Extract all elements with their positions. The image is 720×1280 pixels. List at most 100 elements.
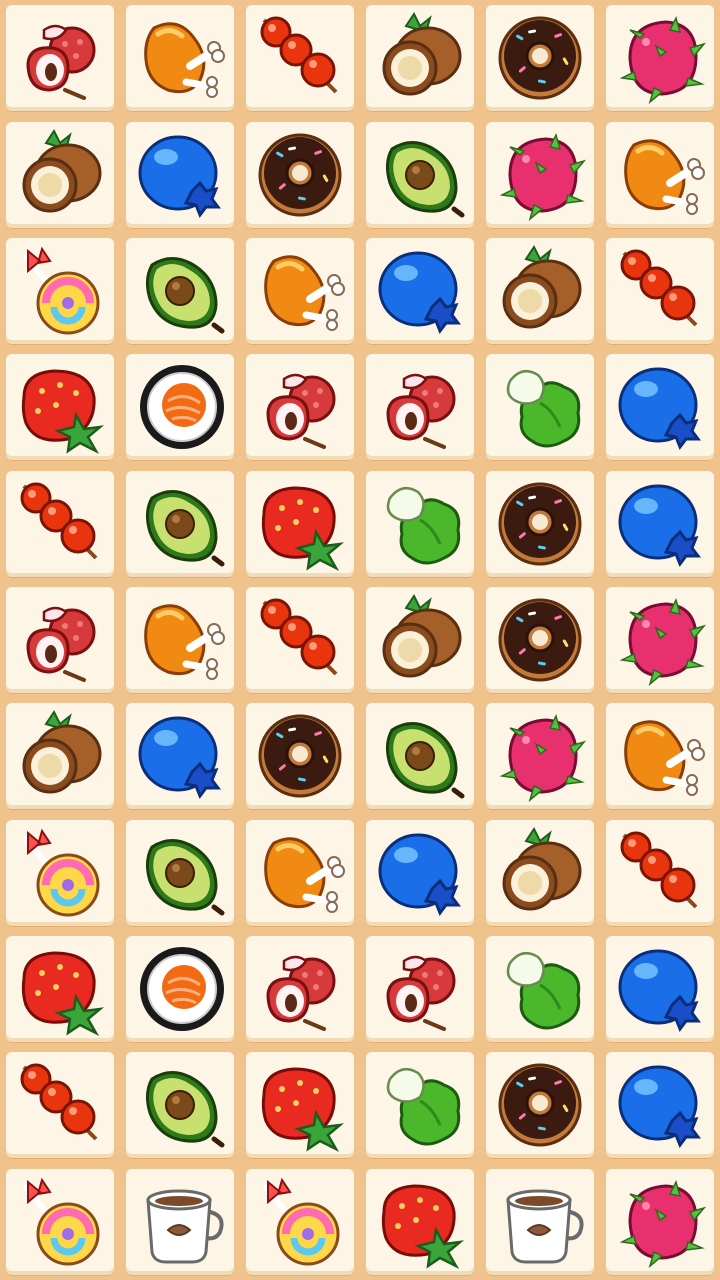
candied-hawthorn-icon	[260, 16, 338, 94]
tile-dragon-fruit[interactable]	[606, 587, 714, 693]
tile-lychee[interactable]	[6, 5, 114, 112]
candied-hawthorn-icon	[20, 482, 98, 560]
coffee-cup-icon	[506, 1189, 584, 1264]
tile-roast-chicken[interactable]	[126, 5, 234, 112]
tile-coffee-cup[interactable]	[486, 1168, 594, 1275]
candied-hawthorn-icon	[260, 598, 338, 676]
tile-coconut[interactable]	[486, 237, 594, 344]
avocado-icon	[385, 140, 465, 218]
lollipop-icon	[263, 1177, 340, 1266]
tile-strawberry[interactable]	[6, 936, 114, 1043]
tile-chocolate-donut[interactable]	[486, 587, 594, 693]
roast-chicken-icon	[264, 255, 345, 331]
lychee-icon	[26, 24, 96, 101]
tile-lettuce[interactable]	[366, 470, 474, 577]
tile-candied-hawthorn[interactable]	[606, 237, 714, 344]
strawberry-icon	[261, 486, 345, 571]
tile-roast-chicken[interactable]	[606, 121, 714, 228]
tile-lettuce[interactable]	[486, 936, 594, 1043]
lollipop-icon	[23, 1177, 100, 1266]
tile-avocado[interactable]	[126, 819, 234, 926]
tile-strawberry[interactable]	[6, 354, 114, 461]
tile-blueberry[interactable]	[366, 819, 474, 926]
tile-blueberry[interactable]	[606, 1052, 714, 1159]
lychee-icon	[266, 374, 336, 450]
tile-blueberry[interactable]	[606, 470, 714, 577]
tile-candied-hawthorn[interactable]	[246, 587, 354, 693]
tile-coconut[interactable]	[6, 121, 114, 228]
tile-lychee[interactable]	[6, 587, 114, 693]
tile-lettuce[interactable]	[366, 1052, 474, 1159]
lollipop-icon	[23, 828, 100, 917]
tile-strawberry[interactable]	[366, 1168, 474, 1275]
lollipop-icon	[23, 246, 100, 335]
tile-coffee-cup[interactable]	[126, 1168, 234, 1275]
tile-lychee[interactable]	[246, 936, 354, 1043]
tile-coconut[interactable]	[366, 5, 474, 112]
tile-avocado[interactable]	[126, 1052, 234, 1159]
roast-chicken-icon	[264, 837, 345, 913]
tile-blueberry[interactable]	[606, 936, 714, 1043]
tile-chocolate-donut[interactable]	[246, 703, 354, 810]
tile-candied-hawthorn[interactable]	[6, 470, 114, 577]
tile-coconut[interactable]	[6, 703, 114, 810]
tile-lychee[interactable]	[366, 354, 474, 461]
tile-candied-hawthorn[interactable]	[246, 5, 354, 112]
tile-lollipop[interactable]	[6, 1168, 114, 1275]
tile-sushi-roll[interactable]	[126, 354, 234, 461]
lettuce-icon	[506, 370, 581, 448]
strawberry-icon	[21, 369, 105, 455]
chocolate-donut-icon	[498, 598, 582, 682]
tile-roast-chicken[interactable]	[606, 703, 714, 810]
tile-lollipop[interactable]	[246, 1168, 354, 1275]
avocado-icon	[145, 489, 225, 567]
lychee-icon	[26, 606, 96, 682]
tile-blueberry[interactable]	[366, 237, 474, 344]
tile-dragon-fruit[interactable]	[486, 121, 594, 228]
avocado-icon	[385, 722, 465, 799]
tile-roast-chicken[interactable]	[246, 237, 354, 344]
tile-candied-hawthorn[interactable]	[6, 1052, 114, 1159]
blueberry-icon	[618, 1065, 701, 1149]
tile-blueberry[interactable]	[126, 121, 234, 228]
lychee-icon	[386, 955, 456, 1032]
roast-chicken-icon	[624, 138, 705, 215]
blueberry-icon	[138, 716, 221, 800]
tile-roast-chicken[interactable]	[246, 819, 354, 926]
tile-lychee[interactable]	[246, 354, 354, 461]
tile-blueberry[interactable]	[126, 703, 234, 810]
tile-coconut[interactable]	[486, 819, 594, 926]
tile-lollipop[interactable]	[6, 819, 114, 926]
tile-avocado[interactable]	[366, 703, 474, 810]
strawberry-icon	[261, 1067, 345, 1153]
tile-chocolate-donut[interactable]	[486, 5, 594, 112]
tile-blueberry[interactable]	[606, 354, 714, 461]
tile-candied-hawthorn[interactable]	[606, 819, 714, 926]
tile-lettuce[interactable]	[486, 354, 594, 461]
tile-chocolate-donut[interactable]	[246, 121, 354, 228]
tile-sushi-roll[interactable]	[126, 936, 234, 1043]
roast-chicken-icon	[144, 22, 225, 99]
tile-coconut[interactable]	[366, 587, 474, 693]
tile-dragon-fruit[interactable]	[606, 1168, 714, 1275]
tile-chocolate-donut[interactable]	[486, 1052, 594, 1159]
coconut-icon	[382, 12, 462, 96]
tile-avocado[interactable]	[126, 470, 234, 577]
tile-avocado[interactable]	[366, 121, 474, 228]
tile-dragon-fruit[interactable]	[486, 703, 594, 810]
tile-roast-chicken[interactable]	[126, 587, 234, 693]
tile-chocolate-donut[interactable]	[486, 470, 594, 577]
avocado-icon	[145, 838, 225, 916]
tile-strawberry[interactable]	[246, 1052, 354, 1159]
chocolate-donut-icon	[258, 714, 342, 798]
tile-strawberry[interactable]	[246, 470, 354, 577]
coconut-icon	[502, 244, 582, 329]
tile-lychee[interactable]	[366, 936, 474, 1043]
blueberry-icon	[618, 484, 701, 567]
roast-chicken-icon	[144, 604, 225, 680]
tile-dragon-fruit[interactable]	[606, 5, 714, 112]
chocolate-donut-icon	[498, 1063, 582, 1147]
tile-lollipop[interactable]	[6, 237, 114, 344]
dragon-fruit-icon	[619, 16, 707, 105]
tile-avocado[interactable]	[126, 237, 234, 344]
